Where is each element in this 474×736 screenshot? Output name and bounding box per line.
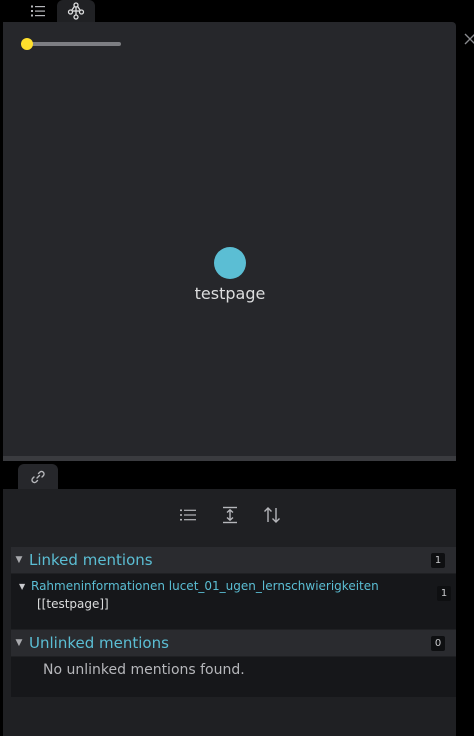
unlinked-mentions-header[interactable]: ▼ Unlinked mentions 0	[11, 630, 456, 656]
close-icon[interactable]	[462, 31, 474, 45]
expand-context-button[interactable]	[220, 503, 240, 527]
linked-mentions-header[interactable]: ▼ Linked mentions 1	[11, 547, 456, 573]
top-tab-bar	[0, 0, 474, 22]
chevron-down-icon: ▼	[15, 638, 23, 648]
tab-outline[interactable]	[19, 0, 57, 22]
sort-icon	[263, 507, 280, 523]
depth-slider-handle[interactable]	[21, 38, 33, 50]
link-icon	[31, 470, 45, 483]
empty-state-text: No unlinked mentions found.	[43, 662, 245, 678]
sort-button[interactable]	[262, 503, 282, 527]
graph-node[interactable]	[214, 247, 246, 279]
list-icon	[179, 509, 196, 521]
graph-node-label: testpage	[194, 284, 266, 303]
graph-icon	[67, 2, 85, 20]
tab-graph[interactable]	[57, 0, 95, 22]
result-snippet[interactable]: [[testpage]]	[37, 597, 109, 611]
chevron-down-icon[interactable]: ▼	[19, 582, 31, 591]
unlinked-results: No unlinked mentions found.	[11, 657, 456, 697]
linked-mentions-count: 1	[431, 552, 445, 568]
unlinked-mentions-count: 0	[431, 635, 445, 651]
backlinks-pane: ▼ Linked mentions 1 ▼ Rahmeninformatione…	[3, 489, 456, 736]
graph-view[interactable]: testpage	[3, 22, 456, 456]
result-count: 1	[437, 586, 451, 601]
linked-mentions-title: Linked mentions	[29, 551, 153, 569]
unlinked-mentions-title: Unlinked mentions	[29, 634, 169, 652]
depth-slider-track[interactable]	[28, 42, 121, 46]
pane-divider[interactable]	[3, 456, 456, 461]
collapse-results-button[interactable]	[178, 503, 198, 527]
result-file-link[interactable]: ▼ Rahmeninformationen lucet_01_ugen_lern…	[19, 579, 439, 593]
chevron-down-icon: ▼	[15, 555, 23, 565]
expand-vertical-icon	[222, 506, 237, 524]
result-file-name[interactable]: Rahmeninformationen lucet_01_ugen_lernsc…	[31, 579, 379, 593]
backlinks-toolbar	[3, 503, 456, 531]
linked-result: ▼ Rahmeninformationen lucet_01_ugen_lern…	[11, 574, 456, 629]
list-icon	[31, 5, 45, 17]
result-count-wrapper: 1	[437, 586, 451, 601]
tab-backlinks[interactable]	[18, 464, 58, 489]
